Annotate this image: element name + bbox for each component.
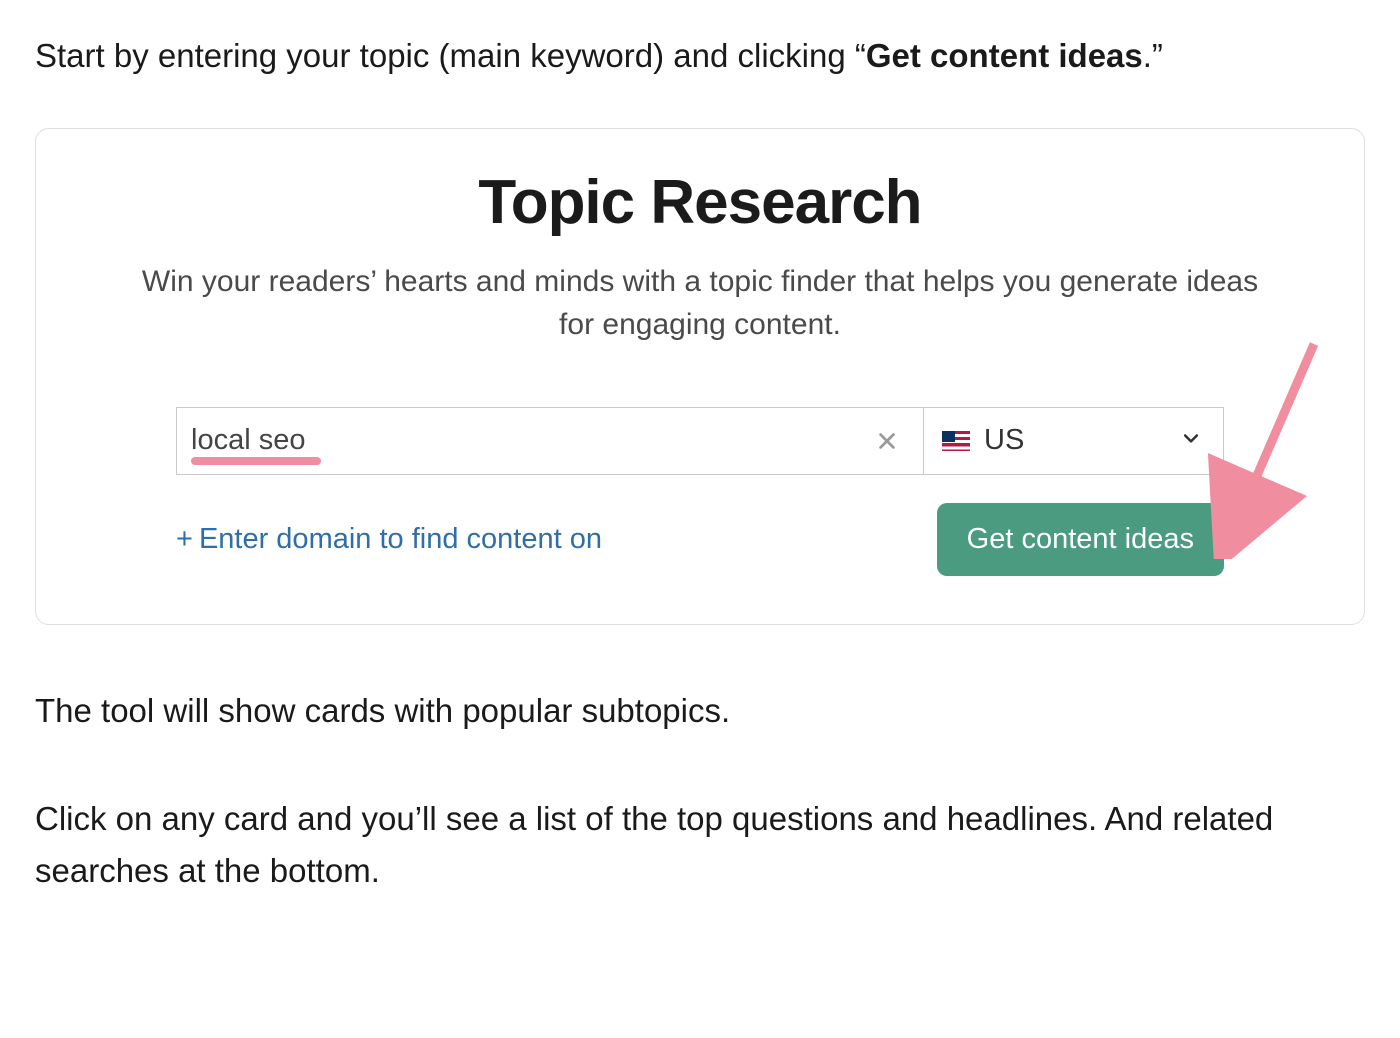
topic-input-wrap: [176, 407, 924, 475]
card-title: Topic Research: [76, 167, 1324, 238]
intro-part1: Start by entering your topic (main keywo…: [35, 37, 866, 74]
action-row: +Enter domain to find content on Get con…: [176, 503, 1224, 576]
highlight-underline: [191, 457, 321, 465]
country-label: US: [984, 424, 1024, 457]
country-select[interactable]: US: [924, 407, 1224, 475]
card-subtitle: Win your readers’ hearts and minds with …: [130, 260, 1270, 347]
enter-domain-link[interactable]: +Enter domain to find content on: [176, 523, 602, 556]
outro-p2: Click on any card and you’ll see a list …: [35, 793, 1365, 899]
us-flag-icon: [942, 431, 970, 451]
get-content-ideas-button[interactable]: Get content ideas: [937, 503, 1224, 576]
topic-research-card: Topic Research Win your readers’ hearts …: [35, 128, 1365, 625]
chevron-down-icon: [1181, 428, 1201, 453]
clear-input-button[interactable]: [869, 423, 905, 459]
close-icon: [876, 430, 898, 452]
domain-link-label: Enter domain to find content on: [199, 523, 602, 555]
intro-bold: Get content ideas: [866, 37, 1143, 74]
input-row: US: [176, 407, 1224, 475]
intro-part2: .”: [1143, 37, 1163, 74]
outro-p1: The tool will show cards with popular su…: [35, 685, 1365, 738]
intro-text: Start by entering your topic (main keywo…: [35, 30, 1365, 83]
plus-icon: +: [176, 523, 193, 555]
topic-input[interactable]: [191, 420, 869, 461]
